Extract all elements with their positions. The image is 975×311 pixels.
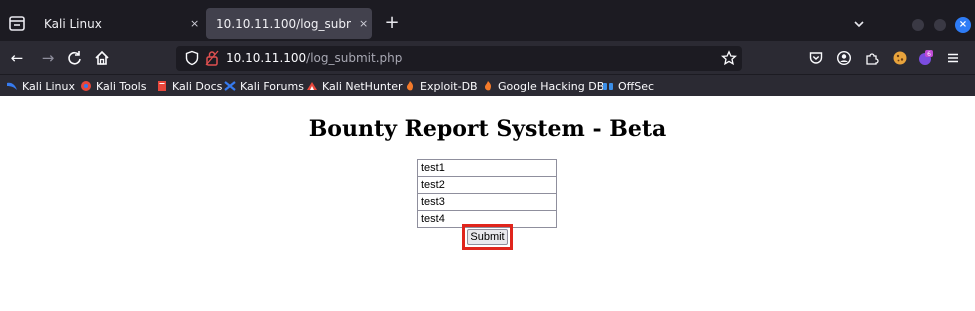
bookmark-label: Kali Linux bbox=[22, 79, 76, 93]
address-bar[interactable]: 10.10.11.100/log_submit.php bbox=[176, 46, 742, 71]
new-tab-icon[interactable]: + bbox=[382, 14, 402, 34]
kali-docs-icon bbox=[156, 80, 168, 92]
nethunter-icon bbox=[306, 80, 318, 92]
bookmark-label: Google Hacking DB bbox=[498, 79, 605, 93]
close-tab-icon[interactable]: × bbox=[190, 17, 199, 30]
addon-badge-icon[interactable]: 6 bbox=[917, 50, 933, 66]
bookmark-google-hacking-db[interactable]: Google Hacking DB bbox=[482, 78, 604, 94]
close-tab-icon[interactable]: × bbox=[359, 17, 368, 30]
minimize-window-button[interactable] bbox=[912, 19, 924, 31]
report-field-3[interactable]: test3 bbox=[417, 193, 557, 211]
cookie-extension-icon[interactable] bbox=[892, 50, 908, 66]
bookmark-kali-docs[interactable]: Kali Docs bbox=[156, 78, 222, 94]
bookmark-label: Kali Docs bbox=[172, 79, 223, 93]
bookmark-kali-linux[interactable]: Kali Linux bbox=[6, 78, 75, 94]
kali-tools-icon bbox=[80, 80, 92, 92]
bookmark-star-icon[interactable] bbox=[720, 50, 738, 66]
bookmark-label: Kali NetHunter bbox=[322, 79, 403, 93]
maximize-window-button[interactable] bbox=[934, 19, 946, 31]
tracking-protection-shield-icon[interactable] bbox=[184, 50, 200, 66]
bookmark-kali-tools[interactable]: Kali Tools bbox=[80, 78, 146, 94]
hamburger-menu-icon[interactable] bbox=[945, 50, 961, 66]
kali-dragon-icon bbox=[6, 80, 18, 92]
page-title: Bounty Report System - Beta bbox=[308, 116, 667, 142]
tab-label: 10.10.11.100/log_submit.php bbox=[216, 16, 351, 31]
report-field-2[interactable]: test2 bbox=[417, 176, 557, 194]
tab-log-submit[interactable]: 10.10.11.100/log_submit.php × bbox=[206, 8, 372, 39]
url-host: 10.10.11.100 bbox=[226, 51, 307, 65]
report-field-1[interactable]: test1 bbox=[417, 159, 557, 177]
pocket-icon[interactable] bbox=[808, 50, 824, 66]
kali-forums-icon bbox=[224, 80, 236, 92]
bookmarks-toolbar: Kali Linux Kali Tools Kali Docs Kali For… bbox=[0, 74, 975, 96]
account-icon[interactable] bbox=[836, 50, 852, 66]
url-text: 10.10.11.100/log_submit.php bbox=[226, 51, 402, 65]
reload-icon[interactable] bbox=[64, 47, 86, 69]
browser-chrome: Kali Linux × 10.10.11.100/log_submit.php… bbox=[0, 0, 975, 96]
url-path: /log_submit.php bbox=[306, 51, 403, 65]
bookmark-offsec[interactable]: OffSec bbox=[602, 78, 654, 94]
close-window-button[interactable]: × bbox=[955, 17, 971, 33]
back-arrow-icon[interactable]: ← bbox=[6, 47, 28, 69]
navigation-toolbar: ← → 10.10.11.100/log_submit.php 6 bbox=[0, 41, 975, 74]
bookmark-label: OffSec bbox=[618, 79, 655, 93]
tab-list-icon[interactable] bbox=[6, 13, 28, 35]
bookmark-label: Kali Tools bbox=[96, 79, 147, 93]
offsec-icon bbox=[602, 80, 614, 92]
tab-bar: Kali Linux × 10.10.11.100/log_submit.php… bbox=[0, 5, 975, 41]
tab-label: Kali Linux bbox=[44, 16, 102, 31]
bookmark-exploit-db[interactable]: Exploit-DB bbox=[404, 78, 478, 94]
home-icon[interactable] bbox=[91, 47, 113, 69]
forward-arrow-icon[interactable]: → bbox=[37, 47, 59, 69]
ghdb-icon bbox=[482, 80, 494, 92]
insecure-lock-icon[interactable] bbox=[204, 49, 220, 67]
bookmark-label: Kali Forums bbox=[240, 79, 304, 93]
svg-text:6: 6 bbox=[927, 51, 931, 58]
chevron-down-icon[interactable] bbox=[850, 15, 868, 33]
exploit-db-icon bbox=[404, 80, 416, 92]
tab-kali-linux[interactable]: Kali Linux × bbox=[32, 8, 204, 39]
bookmark-label: Exploit-DB bbox=[420, 79, 478, 93]
submit-button[interactable]: Submit bbox=[467, 229, 508, 245]
bookmark-kali-nethunter[interactable]: Kali NetHunter bbox=[306, 78, 403, 94]
bookmark-kali-forums[interactable]: Kali Forums bbox=[224, 78, 304, 94]
extensions-icon[interactable] bbox=[864, 50, 880, 66]
